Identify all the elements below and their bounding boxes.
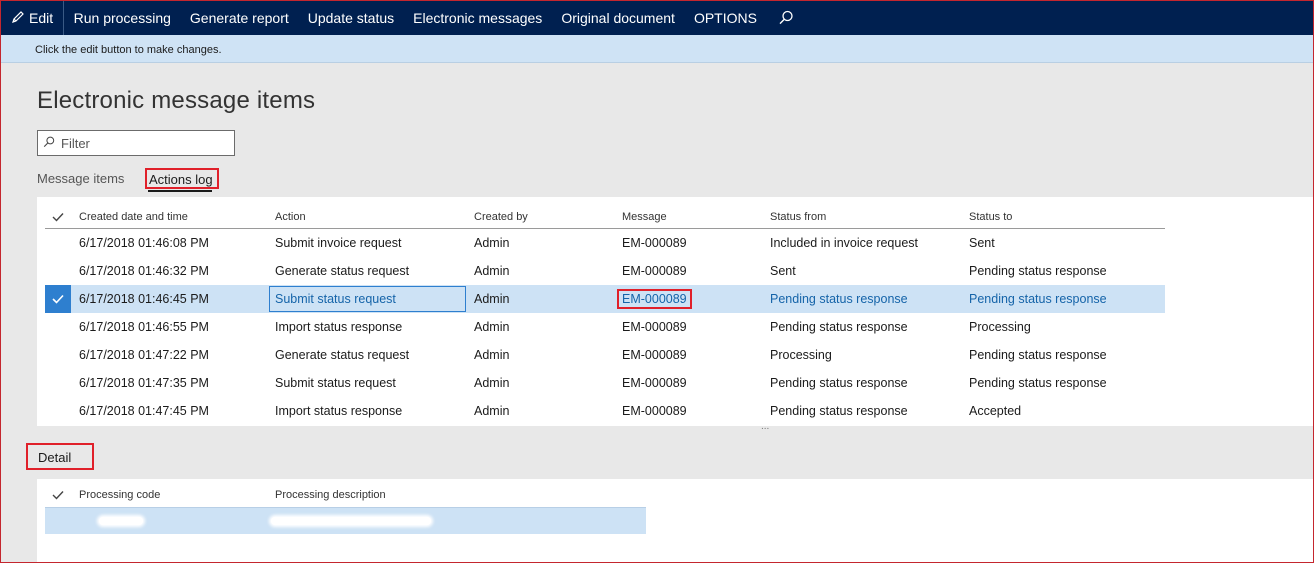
active-tab-indicator — [148, 190, 212, 192]
edit-label: Edit — [29, 10, 54, 26]
cell-created-by: Admin — [474, 292, 510, 306]
original-document-button[interactable]: Original document — [552, 10, 685, 26]
cell-created-by: Admin — [474, 320, 510, 334]
cell-action: Generate status request — [275, 348, 410, 362]
select-all-checkmark-icon[interactable] — [45, 490, 71, 500]
table-row-selected[interactable]: 6/17/2018 01:46:45 PM Submit status requ… — [45, 285, 1165, 313]
cell-message: EM-000089 — [616, 289, 764, 309]
table-row[interactable]: 6/17/2018 01:47:35 PM Submit status requ… — [45, 369, 1165, 397]
column-message[interactable]: Message — [616, 211, 764, 223]
cell-created: 6/17/2018 01:46:45 PM — [79, 292, 209, 306]
cell-action-focused[interactable]: Submit status request — [269, 286, 466, 312]
table-row[interactable]: 6/17/2018 01:46:08 PM Submit invoice req… — [45, 229, 1165, 257]
column-processing-description[interactable]: Processing description — [269, 489, 646, 501]
tab-actions-log-label: Actions log — [149, 172, 213, 187]
detail-row-redacted[interactable] — [45, 507, 646, 534]
table-row[interactable]: 6/17/2018 01:46:55 PM Import status resp… — [45, 313, 1165, 341]
cell-status-from: Pending status response — [770, 320, 908, 334]
cell-status-to: Accepted — [969, 404, 1022, 418]
generate-report-button[interactable]: Generate report — [180, 10, 298, 26]
cell-message: EM-000089 — [622, 236, 687, 250]
column-created-date[interactable]: Created date and time — [71, 211, 269, 223]
table-row[interactable]: 6/17/2018 01:47:22 PM Generate status re… — [45, 341, 1165, 369]
cell-processing-description-redacted — [269, 514, 646, 528]
actions-log-grid: Created date and time Action Created by … — [45, 205, 1165, 425]
column-status-to[interactable]: Status to — [963, 211, 1143, 223]
cell-created-by: Admin — [474, 404, 510, 418]
cell-message: EM-000089 — [622, 320, 687, 334]
cell-action: Generate status request — [275, 264, 410, 278]
detail-panel: Processing code Processing description — [37, 479, 1313, 562]
detail-grid-header: Processing code Processing description — [45, 483, 646, 507]
filter-box[interactable] — [37, 130, 235, 156]
table-row[interactable]: 6/17/2018 01:47:45 PM Import status resp… — [45, 397, 1165, 425]
cell-status-to: Sent — [969, 236, 995, 250]
column-action[interactable]: Action — [269, 211, 468, 223]
row-selected-checkmark-icon[interactable] — [45, 285, 71, 313]
action-pane: Edit Run processing Generate report Upda… — [1, 1, 1313, 35]
row-selector[interactable] — [45, 341, 71, 369]
grid-header: Created date and time Action Created by … — [45, 205, 1165, 229]
actions-log-panel: Created date and time Action Created by … — [37, 197, 1313, 426]
cell-message: EM-000089 — [622, 404, 687, 418]
cell-created: 6/17/2018 01:47:22 PM — [79, 348, 209, 362]
edit-button[interactable]: Edit — [1, 1, 65, 35]
page-title: Electronic message items — [37, 87, 316, 114]
cell-message: EM-000089 — [622, 348, 687, 362]
row-selector[interactable] — [45, 229, 71, 257]
info-bar: Click the edit button to make changes. — [1, 35, 1313, 63]
cell-action: Import status response — [275, 320, 403, 334]
cell-created-by: Admin — [474, 264, 510, 278]
message-link[interactable]: EM-000089 — [617, 289, 692, 309]
cell-action: Submit status request — [275, 376, 396, 390]
cell-created: 6/17/2018 01:47:35 PM — [79, 376, 209, 390]
info-message: Click the edit button to make changes. — [35, 44, 222, 56]
row-selector[interactable] — [45, 313, 71, 341]
splitter-handle[interactable]: ... — [761, 421, 769, 432]
table-row[interactable]: 6/17/2018 01:46:32 PM Generate status re… — [45, 257, 1165, 285]
options-button[interactable]: OPTIONS — [684, 10, 766, 26]
cell-created-by: Admin — [474, 348, 510, 362]
cell-message: EM-000089 — [622, 376, 687, 390]
update-status-button[interactable]: Update status — [298, 10, 403, 26]
cell-created-by: Admin — [474, 376, 510, 390]
tab-actions-log[interactable]: Actions log — [145, 168, 219, 192]
column-created-by[interactable]: Created by — [468, 211, 616, 223]
filter-input[interactable] — [61, 135, 231, 151]
cell-status-to: Pending status response — [969, 292, 1107, 306]
cell-status-from: Pending status response — [770, 292, 908, 306]
cell-status-from: Pending status response — [770, 404, 908, 418]
detail-section-header[interactable]: Detail — [26, 443, 94, 470]
cell-processing-code-redacted — [71, 514, 269, 528]
cell-action: Import status response — [275, 404, 403, 418]
select-all-checkmark-icon[interactable] — [45, 205, 71, 228]
cell-status-from: Pending status response — [770, 376, 908, 390]
row-selector[interactable] — [45, 369, 71, 397]
row-selector[interactable] — [45, 257, 71, 285]
row-selector[interactable] — [45, 397, 71, 425]
cell-status-from: Processing — [770, 348, 832, 362]
cell-status-from: Included in invoice request — [770, 236, 919, 250]
cell-status-to: Processing — [969, 320, 1031, 334]
column-status-from[interactable]: Status from — [764, 211, 963, 223]
detail-grid: Processing code Processing description — [45, 483, 646, 534]
electronic-messages-button[interactable]: Electronic messages — [404, 10, 552, 26]
cell-created: 6/17/2018 01:46:32 PM — [79, 264, 209, 278]
cell-action: Submit invoice request — [275, 236, 402, 250]
search-icon[interactable] — [766, 10, 806, 26]
cell-status-to: Pending status response — [969, 348, 1107, 362]
cell-created: 6/17/2018 01:46:08 PM — [79, 236, 209, 250]
cell-status-to: Pending status response — [969, 376, 1107, 390]
cell-created: 6/17/2018 01:47:45 PM — [79, 404, 209, 418]
tab-message-items[interactable]: Message items — [37, 171, 124, 186]
cell-created-by: Admin — [474, 236, 510, 250]
cell-status-to: Pending status response — [969, 264, 1107, 278]
cell-status-from: Sent — [770, 264, 796, 278]
cell-message: EM-000089 — [622, 264, 687, 278]
pencil-icon — [11, 10, 29, 27]
column-processing-code[interactable]: Processing code — [71, 489, 269, 501]
search-icon — [43, 136, 55, 151]
cell-created: 6/17/2018 01:46:55 PM — [79, 320, 209, 334]
run-processing-button[interactable]: Run processing — [64, 10, 180, 26]
